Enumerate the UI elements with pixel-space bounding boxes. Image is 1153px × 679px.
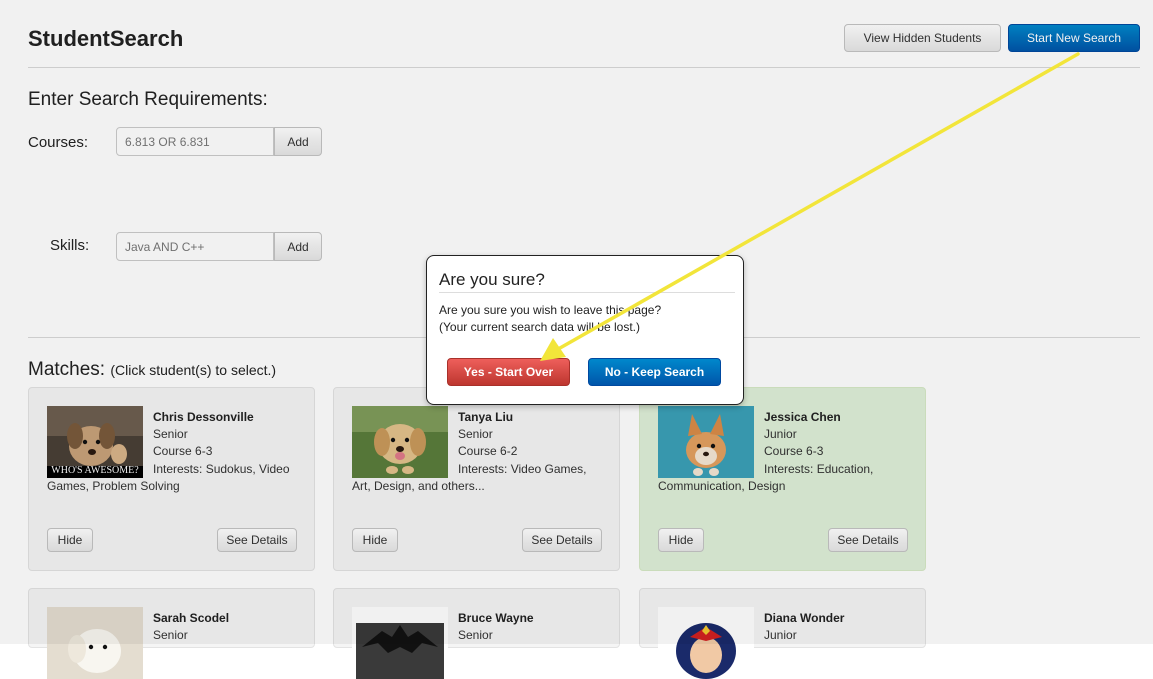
annotation-arrow [540,52,1080,361]
page: StudentSearch View Hidden Students Start… [0,0,1153,679]
